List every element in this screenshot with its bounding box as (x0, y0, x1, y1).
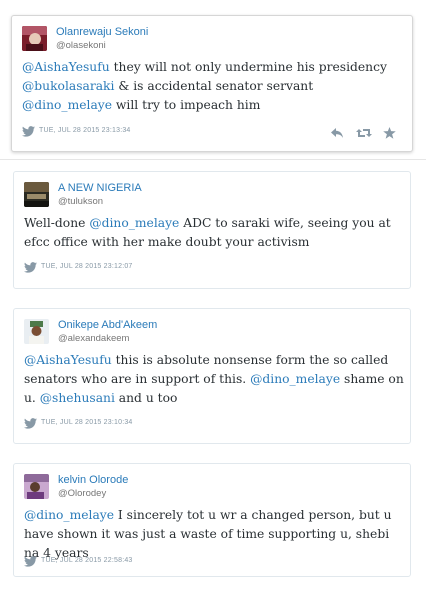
tweet-meta: TUE, JUL 28 2015 23:12:07 (24, 262, 224, 274)
tweet-text-segment: will try to impeach him (112, 98, 261, 112)
tweet-card[interactable]: Onikepe Abd'Akeem @alexandakeem @AishaYe… (13, 308, 411, 444)
tweet-text-segment: they will not only undermine his preside… (109, 60, 387, 74)
retweet-icon[interactable] (355, 126, 372, 144)
avatar[interactable] (22, 26, 47, 51)
mention-link[interactable]: @dino_melaye (22, 98, 112, 112)
author-handle[interactable]: @alexandakeem (58, 333, 129, 344)
tweet-text: @AishaYesufu this is absolute nonsense f… (24, 351, 404, 408)
tweet-text-segment: and u too (114, 391, 178, 405)
mention-link[interactable]: @dino_melaye (89, 216, 179, 230)
favorite-star-icon[interactable] (383, 126, 396, 144)
author-name[interactable]: Onikepe Abd'Akeem (58, 319, 157, 331)
tweet-actions (323, 126, 396, 139)
author-name[interactable]: kelvin Olorode (58, 474, 128, 486)
tweet-timestamp[interactable]: TUE, JUL 28 2015 23:13:34 (39, 127, 131, 134)
tweet-timestamp[interactable]: TUE, JUL 28 2015 22:58:43 (41, 557, 133, 564)
tweet-card[interactable]: A NEW NIGERIA @tulukson Well-done @dino_… (13, 171, 411, 289)
tweet-meta: TUE, JUL 28 2015 23:10:34 (24, 418, 224, 430)
tweet-timestamp[interactable]: TUE, JUL 28 2015 23:10:34 (41, 419, 133, 426)
author-name[interactable]: A NEW NIGERIA (58, 182, 142, 194)
tweet-text-segment: & is accidental senator servant (114, 79, 314, 93)
mention-link[interactable]: @dino_melaye (24, 508, 114, 522)
tweet-text: Well-done @dino_melaye ADC to saraki wif… (24, 214, 404, 252)
author-name[interactable]: Olanrewaju Sekoni (56, 26, 148, 38)
tweet-meta: TUE, JUL 28 2015 23:13:34 (22, 126, 222, 138)
tweet-card[interactable]: Olanrewaju Sekoni @olasekoni @AishaYesuf… (11, 15, 413, 152)
mention-link[interactable]: @dino_melaye (250, 372, 340, 386)
mention-link[interactable]: @AishaYesufu (24, 353, 112, 367)
tweet-card[interactable]: kelvin Olorode @Olorodey @dino_melaye I … (13, 463, 411, 577)
avatar[interactable] (24, 182, 49, 207)
author-handle[interactable]: @Olorodey (58, 488, 106, 499)
mention-link[interactable]: @shehusani (40, 391, 115, 405)
reply-icon[interactable] (330, 126, 344, 144)
mention-link[interactable]: @bukolasaraki (22, 79, 114, 93)
tweet-text: @dino_melaye I sincerely tot u wr a chan… (24, 506, 404, 563)
twitter-bird-icon (24, 262, 37, 273)
tweet-meta: TUE, JUL 28 2015 22:58:43 (24, 556, 224, 568)
avatar[interactable] (24, 319, 49, 344)
avatar[interactable] (24, 474, 49, 499)
twitter-bird-icon (24, 556, 37, 567)
twitter-bird-icon (24, 418, 37, 429)
divider (0, 159, 426, 160)
twitter-bird-icon (22, 126, 35, 137)
tweet-text-segment: Well-done (24, 216, 90, 230)
author-handle[interactable]: @tulukson (58, 196, 103, 207)
author-handle[interactable]: @olasekoni (56, 40, 106, 51)
mention-link[interactable]: @AishaYesufu (22, 60, 110, 74)
tweet-timestamp[interactable]: TUE, JUL 28 2015 23:12:07 (41, 263, 133, 270)
tweet-text: @AishaYesufu they will not only undermin… (22, 58, 402, 115)
